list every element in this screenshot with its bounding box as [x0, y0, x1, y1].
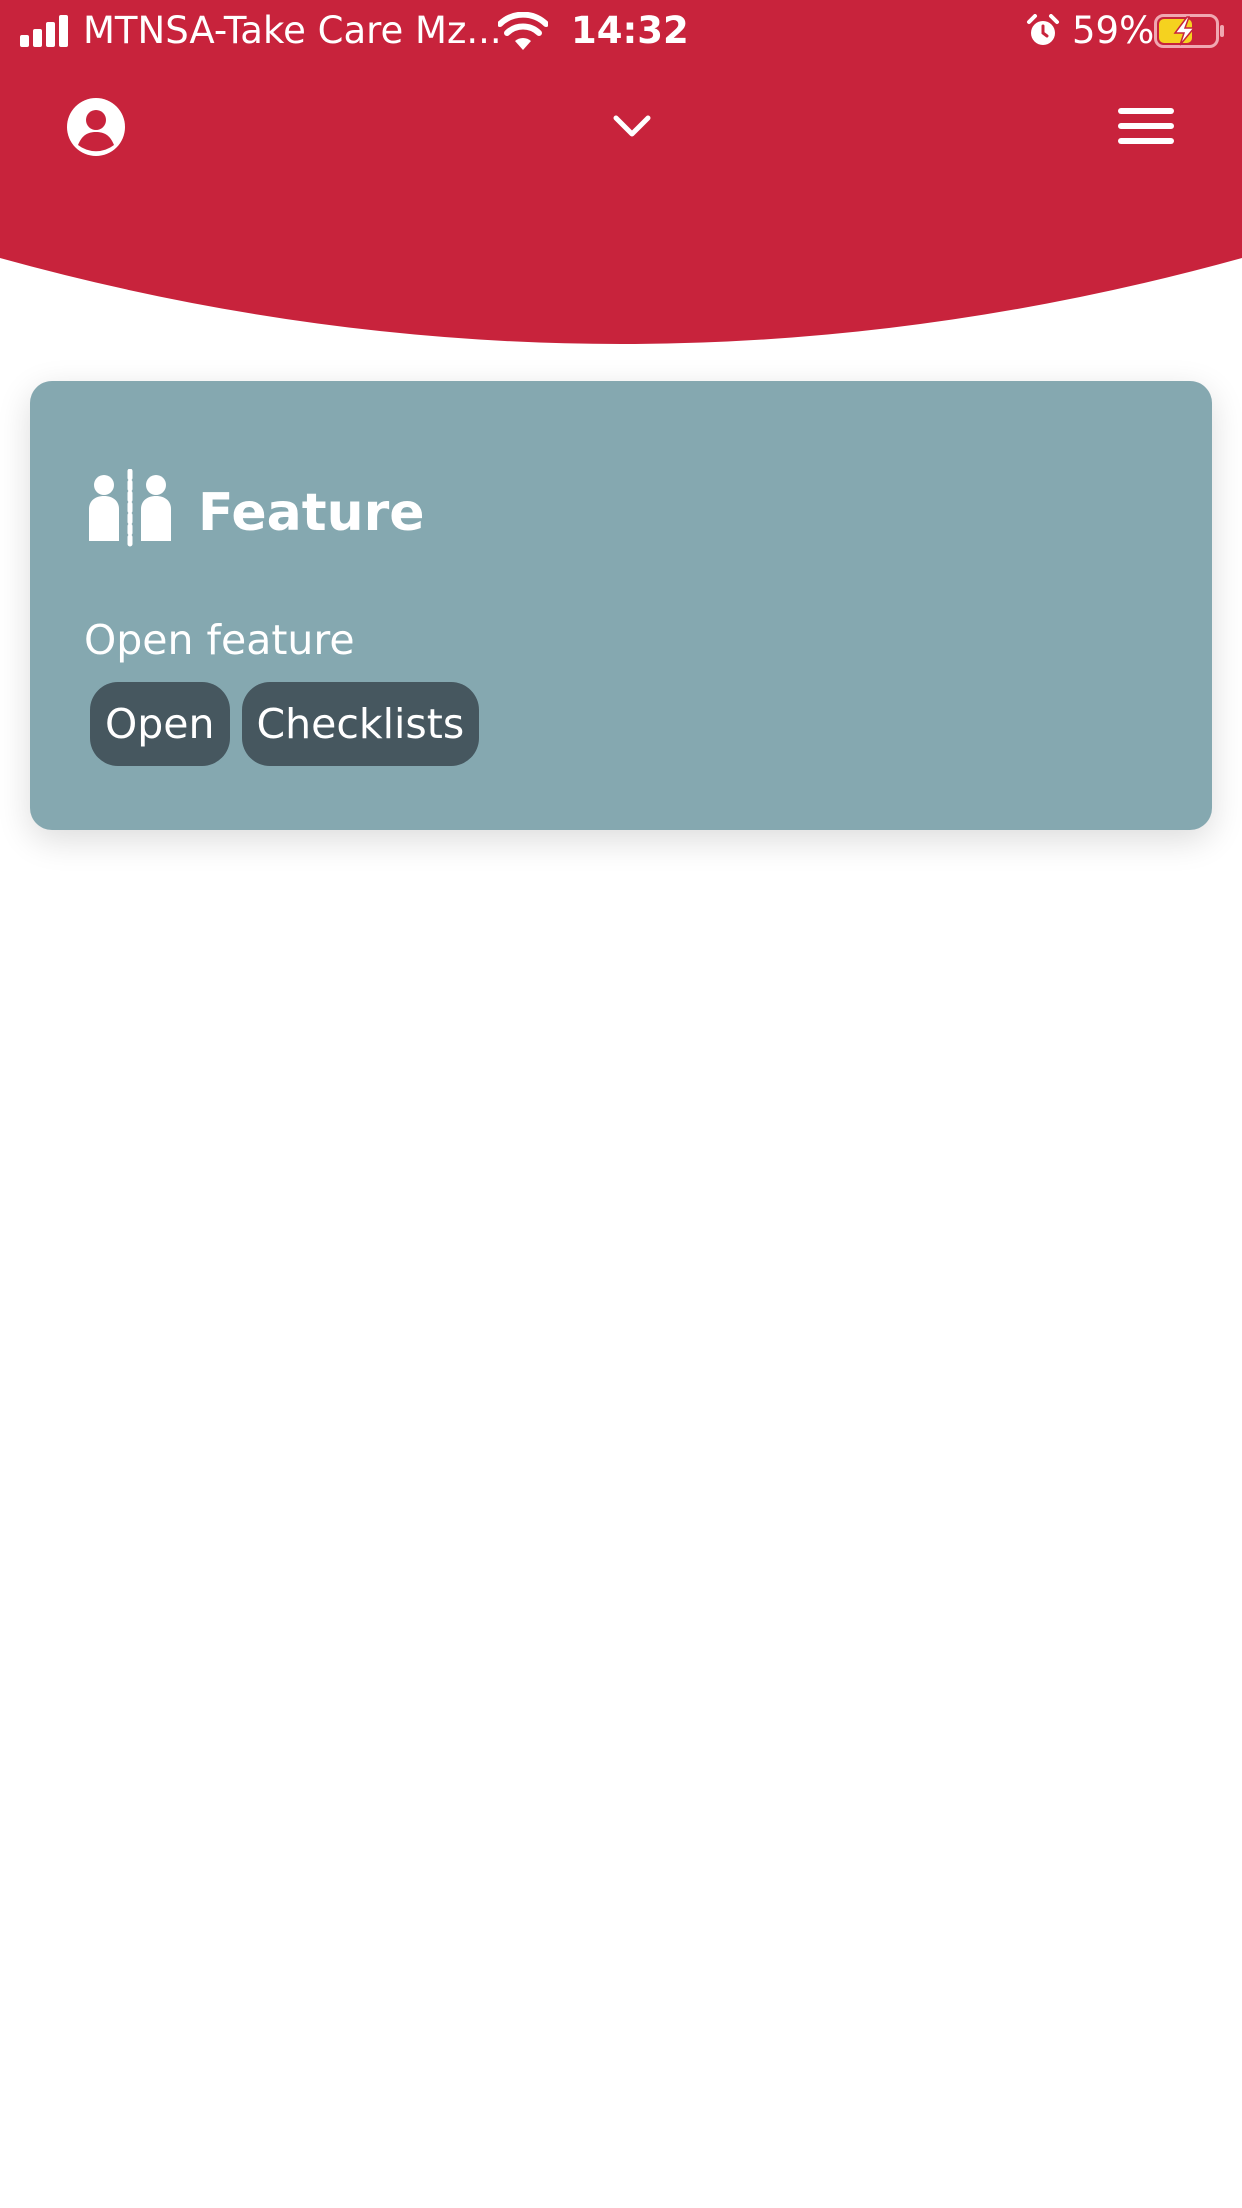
wifi-icon	[498, 12, 548, 50]
card-subtitle: Open feature	[84, 616, 355, 664]
profile-button[interactable]	[66, 97, 126, 157]
battery-charging-icon	[1154, 14, 1224, 48]
chevron-down-icon	[613, 115, 651, 137]
battery-percent: 59%	[1072, 9, 1155, 52]
carrier-name: MTNSA-Take Care Mz...	[83, 9, 502, 52]
card-actions: Open Checklists	[90, 682, 480, 766]
menu-button[interactable]	[1118, 106, 1174, 146]
feature-card: Feature Open feature Open Checklists	[30, 381, 1212, 830]
feature-people-icon	[89, 469, 171, 548]
open-button[interactable]: Open	[90, 682, 230, 766]
card-title: Feature	[198, 483, 425, 543]
checklists-button[interactable]: Checklists	[241, 682, 480, 766]
hamburger-menu-icon	[1118, 108, 1174, 144]
alarm-clock-icon	[1027, 14, 1059, 45]
status-time: 14:32	[571, 9, 689, 52]
signal-bars-icon	[20, 15, 68, 47]
user-profile-icon	[67, 98, 125, 156]
status-bar: MTNSA-Take Care Mz... 14:32 59%	[0, 0, 1242, 62]
dropdown-toggle-button[interactable]	[606, 106, 658, 146]
app-header: MTNSA-Take Care Mz... 14:32 59%	[0, 0, 1242, 350]
